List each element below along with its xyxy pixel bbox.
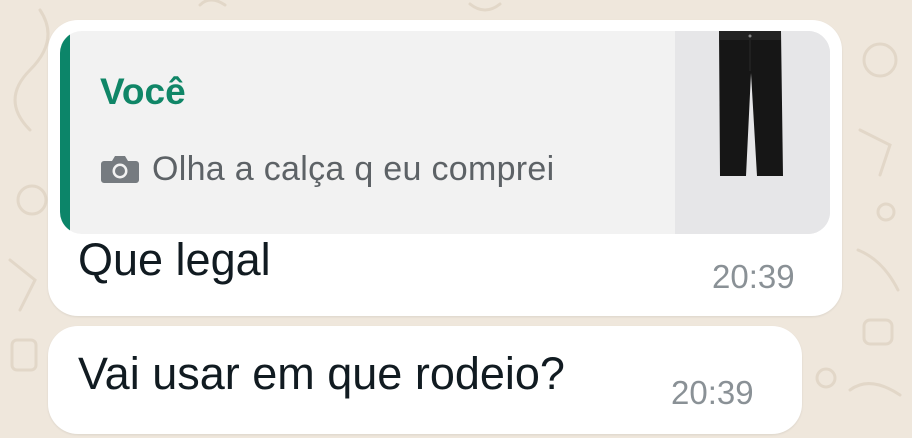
message-timestamp: 20:39 [712,258,795,295]
message-bubble-reply[interactable]: Você Olha a calça q eu comprei Que legal… [48,20,842,316]
quoted-caption-row: Olha a calça q eu comprei [100,146,554,192]
quoted-image-thumbnail[interactable] [675,31,830,234]
message-bubble[interactable]: Vai usar em que rodeio? 20:39 [48,326,802,434]
message-timestamp: 20:39 [671,374,754,411]
quoted-message[interactable]: Você Olha a calça q eu comprei [60,31,830,234]
quoted-author-name: Você [100,71,186,112]
black-jeans-photo [675,31,830,234]
message-text: Vai usar em que rodeio? [78,348,565,399]
quoted-caption: Olha a calça q eu comprei [152,149,555,188]
quote-accent-bar [60,31,70,234]
message-text: Que legal [78,234,271,285]
camera-icon [101,156,139,183]
